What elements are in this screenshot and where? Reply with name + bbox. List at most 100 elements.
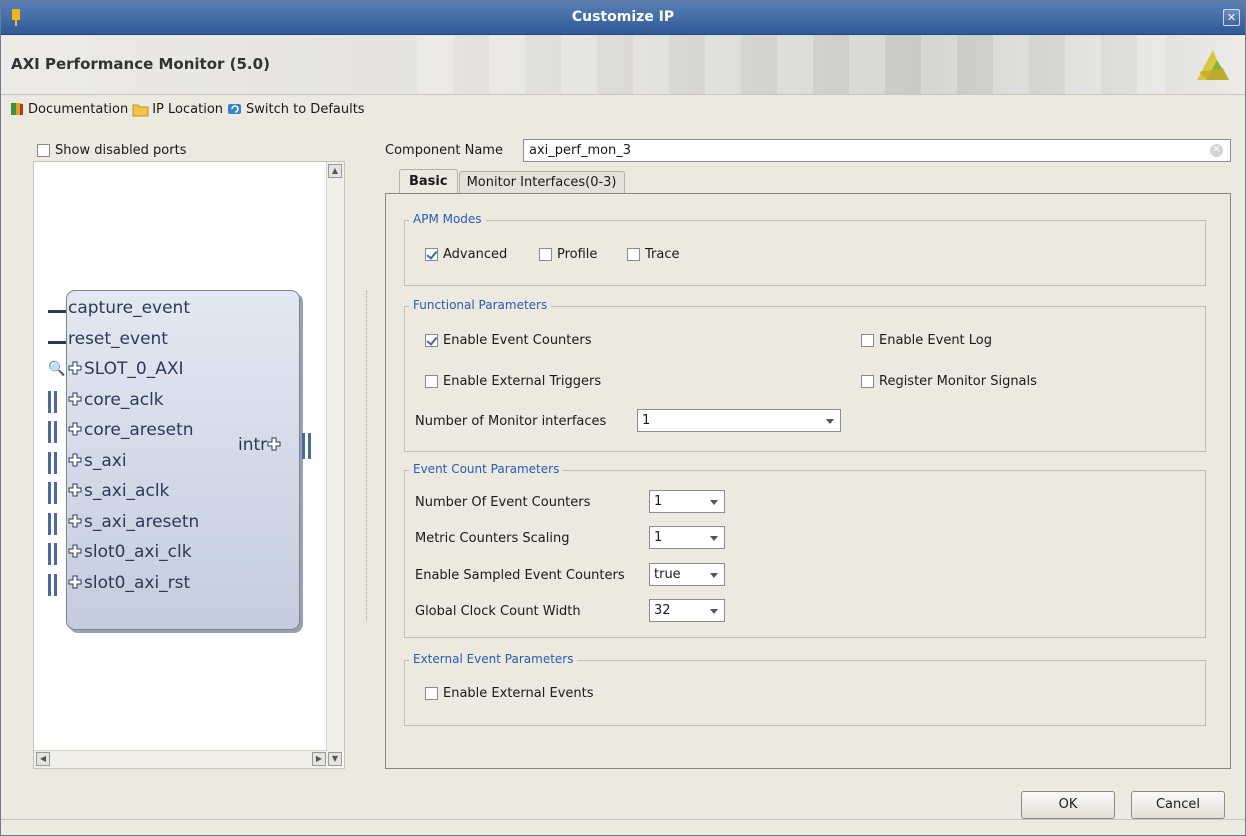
checkbox-box[interactable] [539, 248, 552, 261]
chevron-down-icon [826, 419, 834, 424]
bus-bar [48, 390, 51, 413]
port-wire [48, 310, 66, 313]
sampled-event-counters-select[interactable]: true [649, 563, 725, 586]
ip-location-button[interactable]: IP Location [132, 102, 223, 117]
bus-bar [48, 573, 51, 596]
checkbox-box[interactable] [425, 248, 438, 261]
global-clock-count-width-label: Global Clock Count Width [415, 604, 581, 619]
bus-bar [48, 543, 51, 565]
port-s-axi[interactable]: s_axi [68, 451, 127, 471]
port-wire [48, 340, 66, 344]
show-disabled-label: Show disabled ports [55, 143, 187, 158]
scroll-down-button[interactable]: ▼ [328, 752, 342, 766]
horizontal-scrollbar[interactable]: ◀ ▶ [34, 750, 328, 768]
num-event-counters-select[interactable]: 1 [649, 490, 725, 513]
scroll-left-button[interactable]: ◀ [36, 752, 50, 766]
port-reset-event[interactable]: reset_event [68, 329, 168, 349]
ip-header: AXI Performance Monitor (5.0) [1, 35, 1245, 95]
checkbox-box[interactable] [425, 334, 438, 347]
port-label: s_axi_aclk [84, 481, 170, 501]
bottom-divider [1, 819, 1245, 820]
enable-event-log-checkbox[interactable]: Enable Event Log [861, 333, 992, 348]
refresh-icon [228, 103, 242, 114]
close-button[interactable]: ✕ [1223, 9, 1240, 26]
search-icon[interactable]: 🔍 [48, 361, 65, 377]
component-name-input[interactable]: axi_perf_mon_3 ✕ [523, 139, 1231, 162]
ok-button[interactable]: OK [1021, 791, 1115, 819]
cancel-button[interactable]: Cancel [1131, 791, 1225, 819]
expand-port-icon[interactable] [68, 514, 82, 528]
vertical-scrollbar[interactable]: ▲ [326, 162, 344, 752]
switch-defaults-label: Switch to Defaults [246, 101, 365, 117]
panel-splitter[interactable] [366, 291, 367, 621]
checkbox-box[interactable] [627, 248, 640, 261]
book-icon [11, 103, 23, 115]
bus-bar [54, 482, 57, 504]
port-s-axi-aresetn[interactable]: s_axi_aresetn [68, 512, 199, 532]
documentation-menu[interactable]: Documentation [9, 101, 128, 117]
enable-external-triggers-checkbox[interactable]: Enable External Triggers [425, 374, 601, 389]
port-capture-event[interactable]: capture_event [68, 298, 190, 318]
register-monitor-signals-checkbox[interactable]: Register Monitor Signals [861, 374, 1037, 389]
tab-monitor-interfaces[interactable]: Monitor Interfaces(0-3) [458, 171, 625, 193]
num-monitor-interfaces-select[interactable]: 1 [637, 409, 841, 432]
checkbox-box[interactable] [861, 334, 874, 347]
ip-location-label: IP Location [152, 101, 224, 117]
tab-basic[interactable]: Basic [399, 169, 458, 193]
bus-bar [54, 543, 57, 565]
show-disabled-ports-checkbox[interactable]: Show disabled ports [37, 143, 186, 158]
port-label: reset_event [68, 328, 168, 349]
tab-bar: Basic Monitor Interfaces(0-3) [399, 169, 626, 193]
port-slot0-axi-clk[interactable]: slot0_axi_clk [68, 542, 192, 562]
checkbox-box[interactable] [425, 687, 438, 700]
port-core-aclk[interactable]: core_aclk [68, 390, 164, 410]
enable-event-counters-checkbox[interactable]: Enable Event Counters [425, 333, 592, 348]
trace-checkbox[interactable]: Trace [627, 247, 680, 262]
port-slot0-axi-rst[interactable]: slot0_axi_rst [68, 573, 190, 593]
port-label: s_axi [84, 450, 127, 471]
scroll-right-button[interactable]: ▶ [312, 752, 326, 766]
port-core-aresetn[interactable]: core_aresetn [68, 420, 194, 440]
port-s-axi-aclk[interactable]: s_axi_aclk [68, 481, 169, 501]
clear-icon[interactable]: ✕ [1210, 144, 1223, 157]
checkbox-box[interactable] [861, 375, 874, 388]
expand-port-icon[interactable] [68, 392, 82, 406]
apm-modes-title: APM Modes [409, 212, 486, 226]
expand-port-icon[interactable] [267, 437, 281, 451]
checkbox-box[interactable] [425, 375, 438, 388]
functional-parameters-group: Functional Parameters Enable Event Count… [404, 298, 1206, 452]
enable-external-events-label: Enable External Events [443, 686, 594, 701]
expand-port-icon[interactable] [68, 422, 82, 436]
expand-port-icon[interactable] [68, 575, 82, 589]
metric-counters-scaling-value: 1 [654, 530, 663, 545]
event-count-parameters-title: Event Count Parameters [409, 462, 564, 476]
trace-label: Trace [645, 247, 680, 262]
expand-port-icon[interactable] [68, 453, 82, 467]
num-monitor-interfaces-label: Number of Monitor interfaces [415, 414, 607, 429]
toolbar: Documentation IP Location Switch to Defa… [1, 96, 1245, 122]
advanced-checkbox[interactable]: Advanced [425, 247, 507, 262]
folder-icon [132, 104, 149, 116]
metric-counters-scaling-select[interactable]: 1 [649, 526, 725, 549]
enable-external-triggers-label: Enable External Triggers [443, 374, 602, 389]
port-intr[interactable]: intr [238, 435, 283, 455]
ip-title: AXI Performance Monitor (5.0) [11, 55, 270, 73]
title-bar: Customize IP ✕ [1, 1, 1245, 35]
window-title: Customize IP [571, 9, 675, 25]
expand-port-icon[interactable] [68, 483, 82, 497]
checkbox-box[interactable] [37, 144, 50, 157]
basic-tab-content: APM Modes Advanced Profile Trace Functio… [385, 193, 1231, 769]
bus-bar [54, 451, 57, 474]
switch-defaults-button[interactable]: Switch to Defaults [227, 102, 365, 117]
port-label: s_axi_aresetn [84, 511, 200, 532]
sampled-event-counters-value: true [654, 567, 681, 582]
metric-counters-scaling-label: Metric Counters Scaling [415, 531, 570, 546]
enable-external-events-checkbox[interactable]: Enable External Events [425, 686, 594, 701]
profile-checkbox[interactable]: Profile [539, 247, 597, 262]
scroll-up-button[interactable]: ▲ [328, 164, 342, 178]
port-slot-0-axi[interactable]: SLOT_0_AXI [68, 359, 184, 379]
port-label: SLOT_0_AXI [84, 359, 184, 379]
global-clock-count-width-select[interactable]: 32 [649, 599, 725, 622]
expand-port-icon[interactable] [68, 361, 82, 375]
expand-port-icon[interactable] [68, 544, 82, 558]
